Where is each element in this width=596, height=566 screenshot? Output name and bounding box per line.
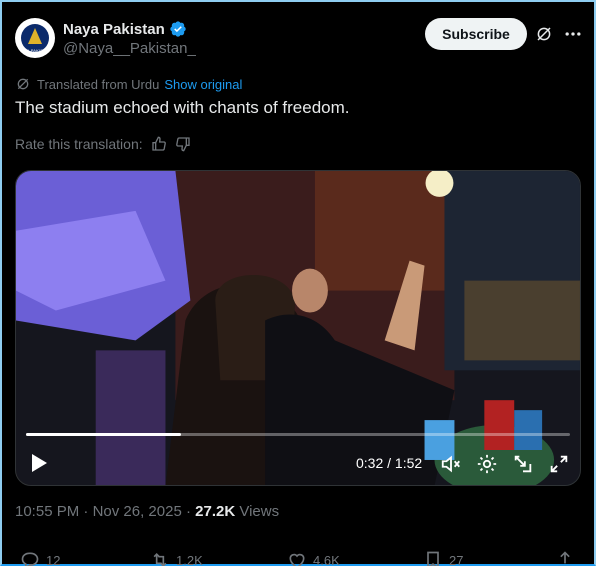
views-count: 27.2K (195, 503, 236, 520)
views-label: Views (235, 503, 280, 520)
video-frame (16, 171, 580, 485)
volume-muted-icon[interactable] (440, 453, 462, 475)
subscribe-button[interactable]: Subscribe (425, 18, 527, 50)
share-button[interactable] (555, 550, 581, 566)
post-date[interactable]: Nov 26, 2025 (93, 503, 182, 520)
like-button[interactable]: 4.6K (287, 550, 340, 566)
reply-button[interactable]: 12 (20, 550, 60, 566)
tweet-text: The stadium echoed with chants of freedo… (15, 98, 350, 117)
bookmark-count: 27 (449, 552, 464, 566)
tweet-actions: 12 1.2K 4.6K 27 (15, 550, 575, 566)
tweet-header: NAYA PAKISTAN Naya Pakistan @Naya__Pakis… (15, 18, 585, 62)
more-options-icon[interactable] (563, 24, 583, 44)
share-icon (558, 551, 572, 566)
translated-label: Translated from Urdu (37, 76, 160, 92)
like-count: 4.6K (313, 552, 340, 566)
bookmark-button[interactable]: 27 (423, 550, 463, 566)
video-time: 0:32 / 1:52 (356, 455, 423, 471)
show-original-link[interactable]: Show original (164, 77, 242, 92)
video-player[interactable]: 0:32 / 1:52 (15, 170, 581, 486)
rate-translation: Rate this translation: (15, 136, 191, 152)
tweet-meta: 10:55 PM · Nov 26, 2025 · 27.2K Views (15, 503, 279, 520)
heart-icon (289, 553, 305, 566)
repost-button[interactable]: 1.2K (150, 550, 203, 566)
avatar-text: NAYA PAKISTAN (18, 48, 52, 53)
reply-icon (21, 552, 39, 566)
grok-icon[interactable] (535, 25, 553, 43)
thumbs-up-icon[interactable] (151, 136, 167, 152)
author-handle[interactable]: @Naya__Pakistan_ (63, 40, 196, 57)
picture-in-picture-icon[interactable] (512, 453, 534, 475)
rate-label: Rate this translation: (15, 136, 143, 152)
grok-translate-icon (17, 78, 29, 90)
repost-count: 1.2K (176, 552, 203, 566)
repost-icon (153, 552, 167, 566)
reply-count: 12 (46, 552, 61, 566)
video-controls: 0:32 / 1:52 (16, 449, 580, 479)
meta-separator: · (181, 503, 196, 520)
avatar[interactable]: NAYA PAKISTAN (15, 18, 55, 58)
fullscreen-icon[interactable] (548, 453, 570, 475)
verified-badge-icon (170, 21, 186, 37)
thumbs-down-icon[interactable] (175, 136, 191, 152)
meta-separator: · (79, 503, 93, 520)
author-name[interactable]: Naya Pakistan (63, 21, 165, 38)
post-time[interactable]: 10:55 PM (15, 503, 79, 520)
play-icon[interactable] (30, 453, 48, 473)
translation-notice: Translated from Urdu Show original (15, 76, 242, 92)
bookmark-icon (427, 551, 439, 566)
video-progress-fill (26, 433, 182, 436)
gear-icon[interactable] (476, 453, 498, 475)
video-progress-bar[interactable] (26, 433, 570, 436)
